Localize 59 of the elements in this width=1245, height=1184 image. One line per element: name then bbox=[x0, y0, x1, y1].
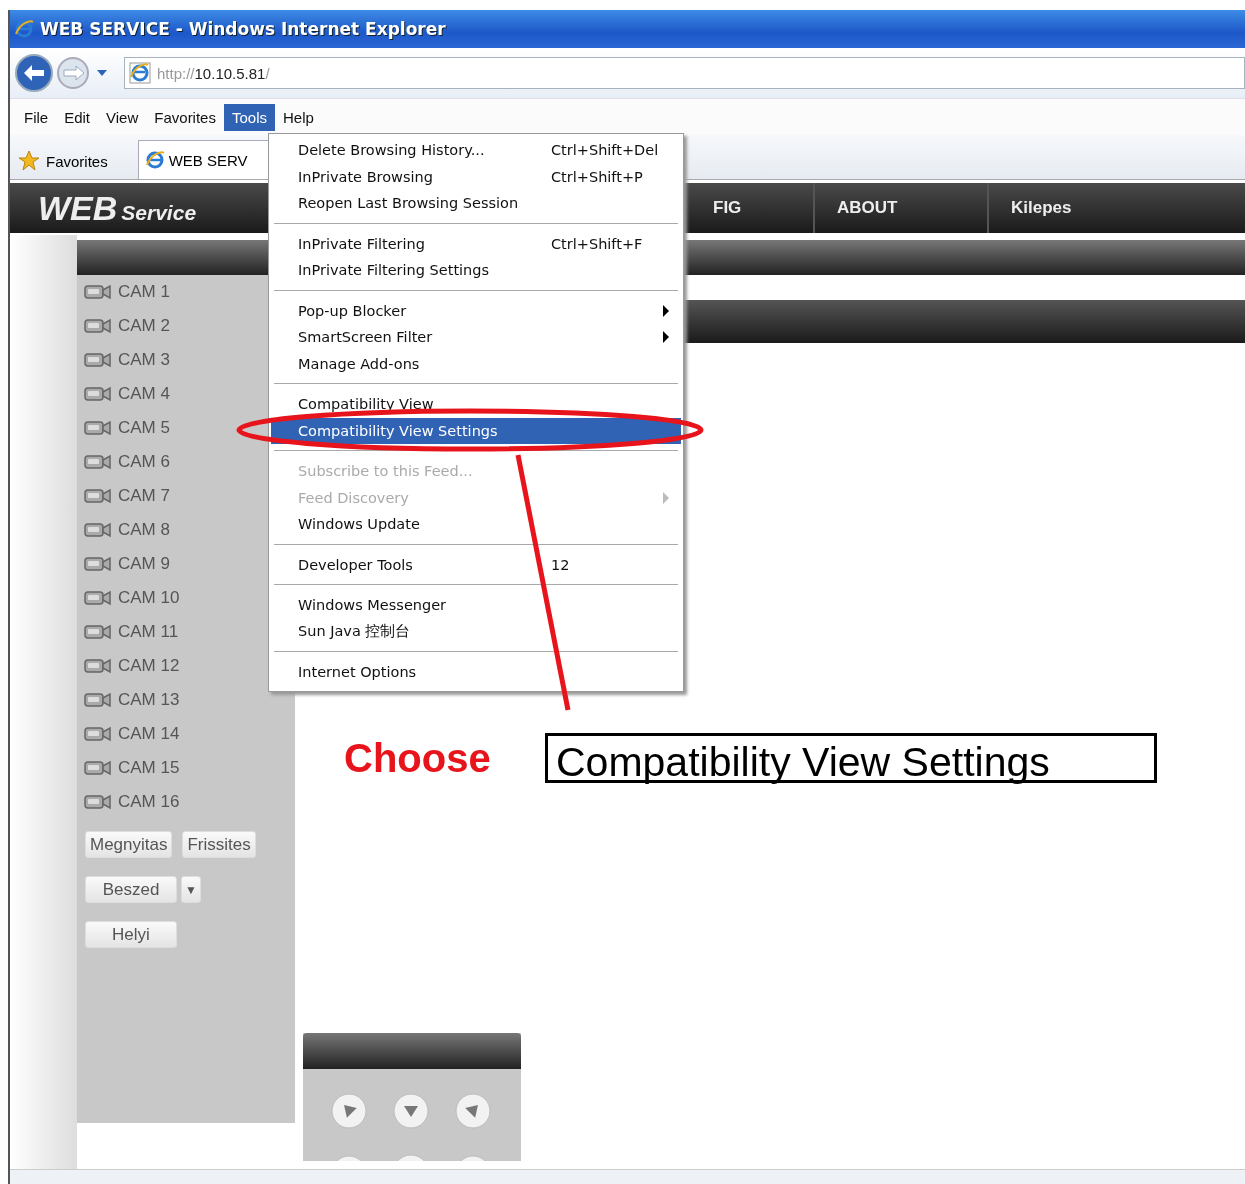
star-icon bbox=[18, 150, 40, 172]
camera-icon bbox=[84, 385, 112, 403]
menu-item[interactable]: Favorites bbox=[146, 103, 224, 131]
nav-item[interactable]: FIG bbox=[713, 183, 813, 233]
camera-item[interactable]: CAM 15 bbox=[77, 751, 295, 785]
nav-item[interactable]: Kilepes bbox=[987, 183, 1161, 233]
dropdown-button[interactable]: ▼ bbox=[181, 876, 201, 903]
camera-item[interactable]: CAM 16 bbox=[77, 785, 295, 819]
camera-icon bbox=[84, 725, 112, 743]
camera-icon bbox=[84, 589, 112, 607]
shortcut-label: Ctrl+Shift+F bbox=[550, 235, 643, 252]
button[interactable]: Helyi bbox=[85, 921, 177, 948]
camera-icon bbox=[84, 453, 112, 471]
window-title: WEB SERVICE - Windows Internet Explorer bbox=[40, 19, 446, 39]
menu-item[interactable]: Tools bbox=[223, 103, 275, 131]
address-field[interactable]: http://10.10.5.81/ bbox=[124, 57, 1245, 89]
camera-icon bbox=[84, 351, 112, 369]
camera-icon bbox=[84, 793, 112, 811]
camera-icon bbox=[84, 657, 112, 675]
menu-item[interactable]: View bbox=[98, 103, 147, 131]
camera-item[interactable]: CAM 14 bbox=[77, 717, 295, 751]
shortcut-label: Ctrl+Shift+Del bbox=[550, 142, 659, 159]
menu-item[interactable]: Compatibility View Settings bbox=[271, 417, 681, 444]
menu-item[interactable]: Reopen Last Browsing Session bbox=[271, 190, 681, 217]
page-icon bbox=[129, 62, 151, 84]
button[interactable]: Beszed bbox=[85, 876, 177, 903]
menu-item[interactable]: Help bbox=[275, 103, 322, 131]
callout-label: Compatibility View Settings bbox=[545, 733, 1157, 783]
logo: WEB Service bbox=[37, 188, 198, 228]
camera-icon bbox=[84, 691, 112, 709]
submenu-arrow-icon bbox=[663, 331, 669, 343]
camera-icon bbox=[84, 555, 112, 573]
camera-icon bbox=[84, 317, 112, 335]
camera-icon bbox=[84, 419, 112, 437]
button[interactable]: Megnyitas bbox=[85, 831, 173, 858]
nav-item[interactable]: ABOUT bbox=[813, 183, 987, 233]
menu-item[interactable]: File bbox=[16, 103, 57, 131]
dropdown-icon[interactable] bbox=[96, 69, 108, 77]
camera-icon bbox=[84, 623, 112, 641]
arrow-button[interactable] bbox=[391, 1091, 431, 1131]
camera-icon bbox=[84, 487, 112, 505]
submenu-arrow-icon bbox=[663, 491, 669, 504]
camera-icon bbox=[84, 521, 112, 539]
menu-item[interactable]: Edit bbox=[56, 103, 99, 131]
menu-item[interactable]: InPrivate Filtering Ctrl+Shift+F bbox=[271, 230, 681, 257]
arrow-button[interactable] bbox=[329, 1091, 369, 1131]
ie-logo-icon bbox=[144, 150, 165, 170]
submenu-arrow-icon bbox=[663, 304, 669, 317]
instruction-text: Choose bbox=[344, 736, 491, 781]
shortcut-label: Ctrl+Shift+P bbox=[550, 168, 643, 185]
favorites-button[interactable]: Favorites bbox=[18, 143, 108, 179]
back-icon[interactable] bbox=[14, 53, 54, 93]
arrow-button[interactable] bbox=[453, 1091, 493, 1131]
ie-logo-icon bbox=[14, 19, 34, 39]
camera-icon bbox=[84, 283, 112, 301]
shortcut-label: 12 bbox=[550, 556, 570, 573]
button[interactable]: Frissites bbox=[182, 831, 256, 858]
camera-item[interactable]: CAM 13 bbox=[77, 683, 295, 717]
camera-icon bbox=[84, 759, 112, 777]
